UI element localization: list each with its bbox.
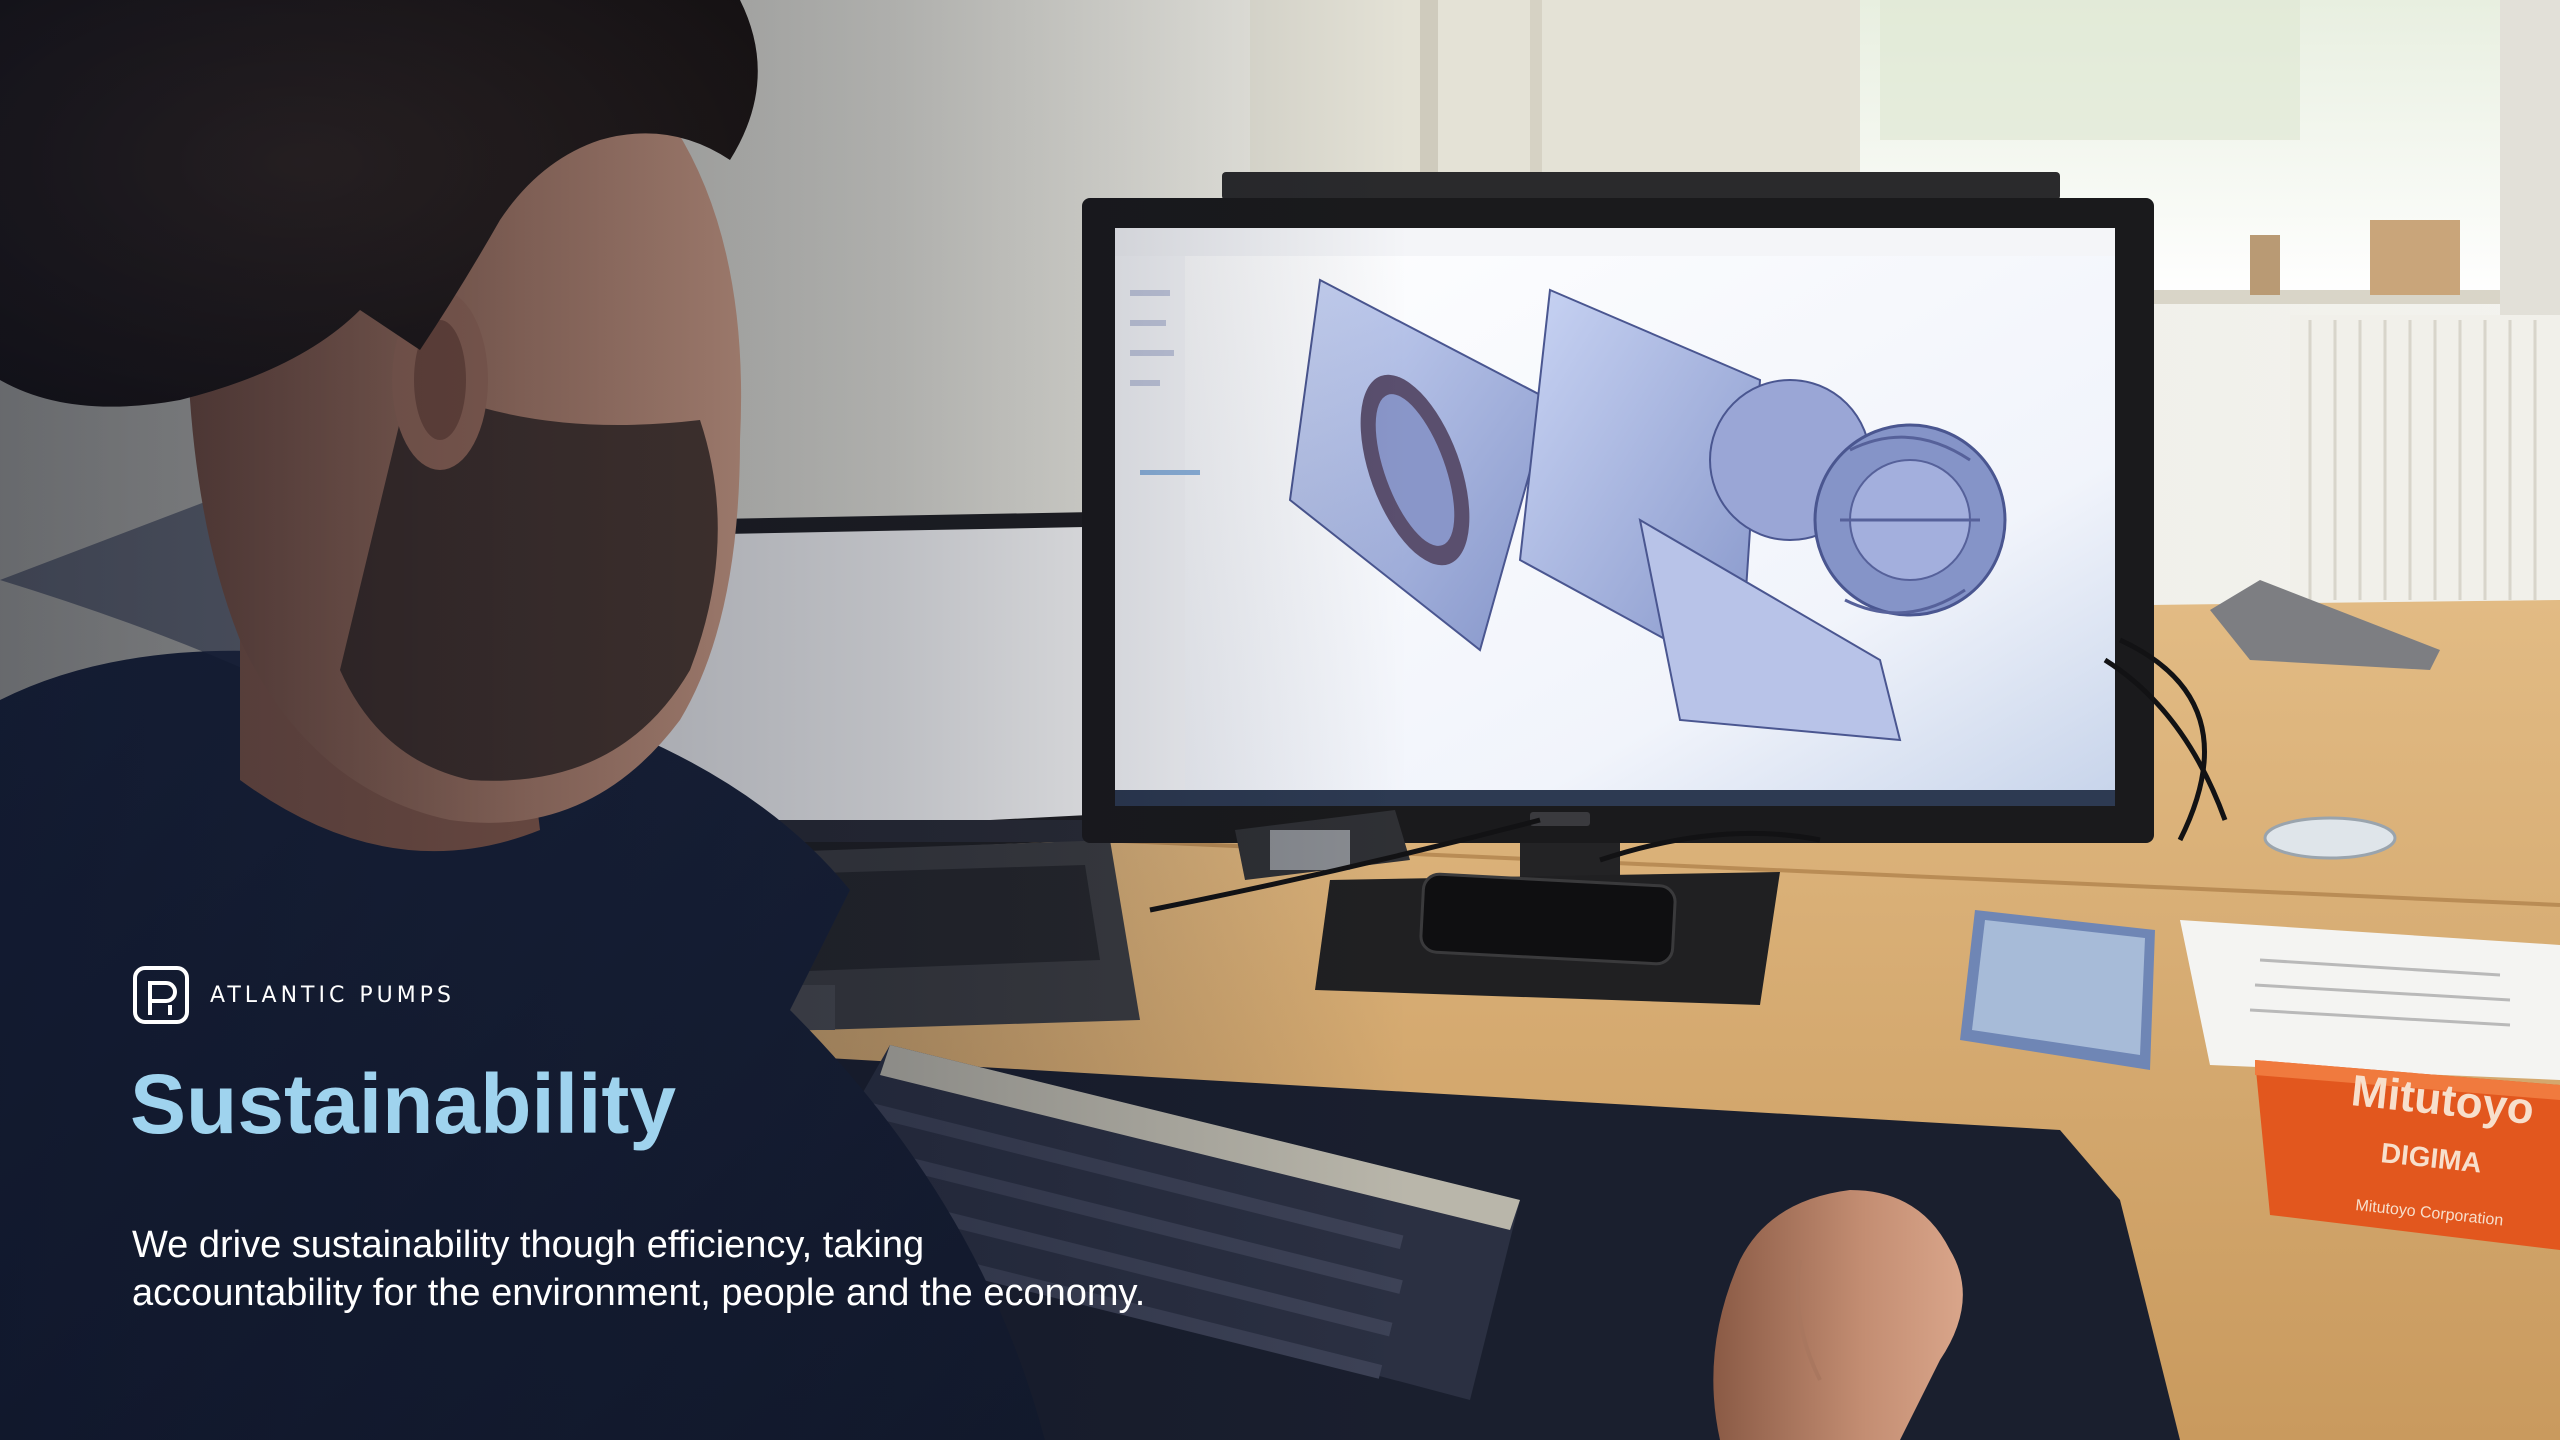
- hero-description-line-1: We drive sustainability though efficienc…: [132, 1224, 925, 1266]
- brand-name: ATLANTIC PUMPS: [210, 982, 455, 1008]
- hero-description: We drive sustainability though efficienc…: [132, 1221, 1382, 1317]
- hero-description-line-2: accountability for the environment, peop…: [132, 1272, 1146, 1314]
- page-title: Sustainability: [130, 1057, 677, 1151]
- hero-banner: Mitutoyo DIGIMA Mitutoyo Corporation ATL…: [0, 0, 2560, 1440]
- atlantic-pumps-logo-icon: [133, 966, 189, 1024]
- brand-lockup[interactable]: ATLANTIC PUMPS: [132, 965, 455, 1025]
